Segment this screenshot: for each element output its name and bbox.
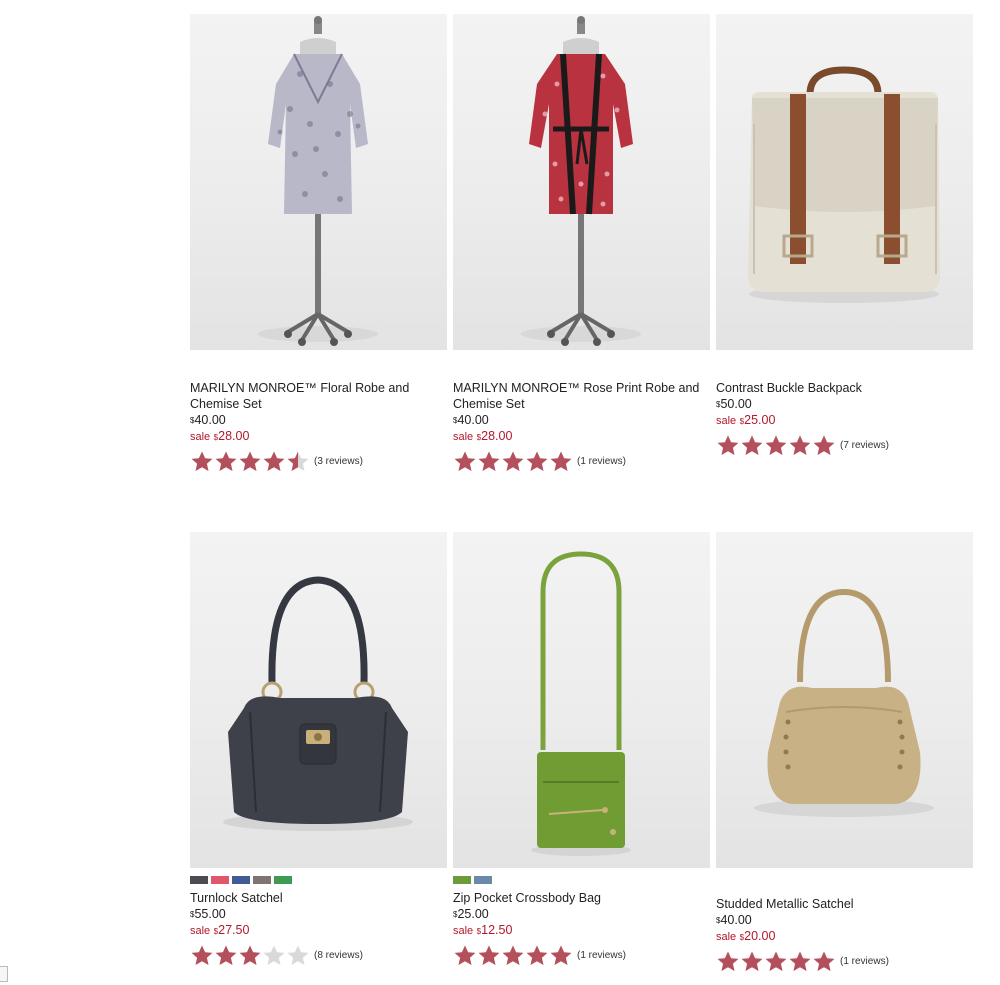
- product-name[interactable]: MARILYN MONROE™ Rose Print Robe and Chem…: [453, 380, 715, 412]
- star-filled-icon: [717, 951, 739, 971]
- star-filled-icon: [239, 451, 261, 471]
- product-image[interactable]: [190, 532, 447, 868]
- product-name[interactable]: Zip Pocket Crossbody Bag: [453, 890, 715, 906]
- star-filled-icon: [526, 451, 548, 471]
- star-filled-icon: [765, 951, 787, 971]
- sale-price: sale $28.00: [453, 429, 513, 443]
- rating-row: (7 reviews): [716, 434, 978, 457]
- sale-price: sale $28.00: [190, 429, 250, 443]
- star-filled-icon: [215, 945, 237, 965]
- color-swatches: [190, 876, 292, 884]
- color-swatch[interactable]: [274, 876, 292, 884]
- sale-price: sale $27.50: [190, 923, 250, 937]
- star-filled-icon: [526, 945, 548, 965]
- product-name[interactable]: Turnlock Satchel: [190, 890, 452, 906]
- regular-price: $55.00: [190, 907, 226, 921]
- star-rating: [190, 944, 310, 967]
- color-swatch[interactable]: [211, 876, 229, 884]
- color-swatch[interactable]: [253, 876, 271, 884]
- star-filled-icon: [502, 945, 524, 965]
- star-filled-icon: [789, 951, 811, 971]
- product-name[interactable]: MARILYN MONROE™ Floral Robe and Chemise …: [190, 380, 452, 412]
- product-image[interactable]: [716, 14, 973, 350]
- star-filled-icon: [550, 451, 572, 471]
- color-swatch[interactable]: [453, 876, 471, 884]
- star-filled-icon: [813, 951, 835, 971]
- star-filled-icon: [263, 451, 285, 471]
- product-name[interactable]: Contrast Buckle Backpack: [716, 380, 978, 396]
- star-filled-icon: [191, 945, 213, 965]
- product-image[interactable]: [453, 532, 710, 868]
- star-rating: [453, 450, 573, 473]
- star-filled-icon: [813, 435, 835, 455]
- color-swatch[interactable]: [232, 876, 250, 884]
- star-filled-icon: [239, 945, 261, 965]
- star-filled-icon: [502, 451, 524, 471]
- reviews-link[interactable]: (7 reviews): [840, 440, 889, 451]
- product-image[interactable]: [190, 14, 447, 350]
- edge-tab[interactable]: [0, 966, 8, 982]
- rating-row: (1 reviews): [453, 944, 715, 967]
- regular-price: $40.00: [453, 413, 489, 427]
- regular-price: $50.00: [716, 397, 752, 411]
- reviews-link[interactable]: (8 reviews): [314, 950, 363, 961]
- star-half-icon: [287, 451, 309, 471]
- sale-price: sale $25.00: [716, 413, 776, 427]
- star-filled-icon: [454, 945, 476, 965]
- star-filled-icon: [215, 451, 237, 471]
- reviews-link[interactable]: (3 reviews): [314, 456, 363, 467]
- star-rating: [716, 434, 836, 457]
- rating-row: (1 reviews): [453, 450, 715, 473]
- star-filled-icon: [454, 451, 476, 471]
- color-swatches: [453, 876, 492, 884]
- star-filled-icon: [765, 435, 787, 455]
- star-filled-icon: [191, 451, 213, 471]
- star-filled-icon: [717, 435, 739, 455]
- reviews-link[interactable]: (1 reviews): [577, 950, 626, 961]
- product-image[interactable]: [716, 532, 973, 868]
- sale-price: sale $12.50: [453, 923, 513, 937]
- regular-price: $40.00: [190, 413, 226, 427]
- product-name[interactable]: Studded Metallic Satchel: [716, 896, 978, 912]
- rating-row: (3 reviews): [190, 450, 452, 473]
- star-filled-icon: [741, 435, 763, 455]
- color-swatch[interactable]: [474, 876, 492, 884]
- star-rating: [190, 450, 310, 473]
- regular-price: $40.00: [716, 913, 752, 927]
- star-filled-icon: [550, 945, 572, 965]
- sale-price: sale $20.00: [716, 929, 776, 943]
- regular-price: $25.00: [453, 907, 489, 921]
- star-rating: [716, 950, 836, 973]
- star-empty-icon: [263, 945, 285, 965]
- star-rating: [453, 944, 573, 967]
- reviews-link[interactable]: (1 reviews): [577, 456, 626, 467]
- star-empty-icon: [287, 945, 309, 965]
- product-image[interactable]: [453, 14, 710, 350]
- star-filled-icon: [478, 451, 500, 471]
- reviews-link[interactable]: (1 reviews): [840, 956, 889, 967]
- star-filled-icon: [741, 951, 763, 971]
- star-filled-icon: [478, 945, 500, 965]
- color-swatch[interactable]: [190, 876, 208, 884]
- rating-row: (1 reviews): [716, 950, 978, 973]
- rating-row: (8 reviews): [190, 944, 452, 967]
- star-filled-icon: [789, 435, 811, 455]
